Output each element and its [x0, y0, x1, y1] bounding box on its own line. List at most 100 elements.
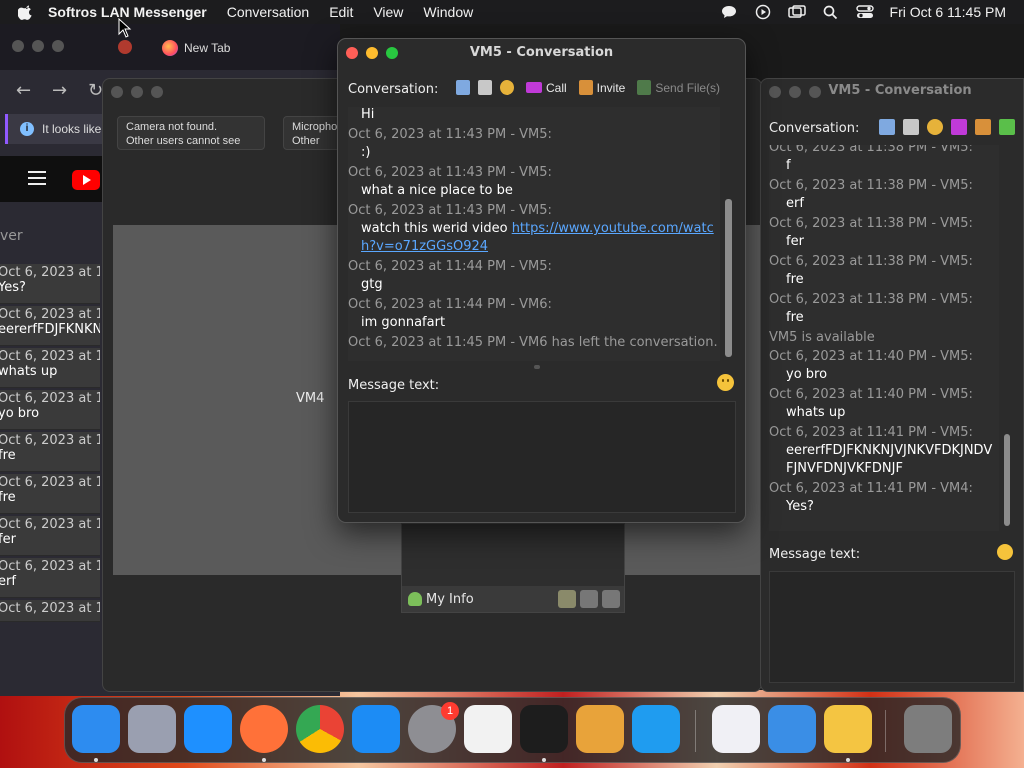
- send-files-button[interactable]: Send File(s): [637, 80, 720, 95]
- message-text: what a nice place to be: [361, 183, 513, 198]
- history-icon[interactable]: [456, 80, 470, 95]
- call-button[interactable]: Call: [526, 81, 567, 95]
- info-bar-text: It looks like: [42, 122, 102, 136]
- settings-gear-icon[interactable]: [500, 80, 514, 95]
- message-meta: Oct 6, 2023 at 11:38 PM - VM5:: [769, 178, 973, 193]
- copy-icon[interactable]: [903, 119, 919, 135]
- dock-running-indicator: [846, 758, 850, 762]
- menu-conversation[interactable]: Conversation: [227, 4, 310, 20]
- browser-tab-new-tab[interactable]: New Tab: [150, 34, 340, 62]
- list-item[interactable]: Oct 6, 2023 at 11:whats up: [0, 348, 100, 388]
- message-text: whats up: [786, 405, 846, 420]
- youtube-logo-icon[interactable]: [72, 170, 100, 190]
- window-title: VM5 - Conversation: [469, 45, 614, 60]
- status-available-icon[interactable]: [558, 590, 576, 608]
- presence-status: VM5 is available: [769, 330, 875, 345]
- message-text: gtg: [361, 277, 383, 292]
- menu-view[interactable]: View: [373, 4, 403, 20]
- chrome-icon[interactable]: [296, 705, 344, 753]
- message-log: Hi Oct 6, 2023 at 11:43 PM - VM5: :) Oct…: [348, 107, 720, 361]
- list-item[interactable]: Oct 6, 2023 at 11:Yes?: [0, 264, 100, 304]
- message-text-label: Message text:: [769, 547, 861, 562]
- launchpad-icon[interactable]: [128, 705, 176, 753]
- message-input[interactable]: [769, 571, 1015, 683]
- hamburger-menu-icon[interactable]: [28, 171, 46, 185]
- screen-mirror-icon[interactable]: [787, 4, 806, 20]
- firefox-icon[interactable]: [240, 705, 288, 753]
- window-minimize-button[interactable]: [32, 40, 44, 52]
- finder-icon[interactable]: [72, 705, 120, 753]
- visual-studio-icon[interactable]: [712, 705, 760, 753]
- terminal-icon[interactable]: [520, 705, 568, 753]
- pane-splitter[interactable]: [534, 365, 540, 369]
- invite-button[interactable]: Invite: [578, 80, 625, 95]
- vscode-icon[interactable]: [632, 705, 680, 753]
- status-away-icon[interactable]: [580, 590, 598, 608]
- video-call-icon[interactable]: [951, 119, 967, 135]
- message-input[interactable]: [348, 401, 736, 513]
- back-arrow-icon[interactable]: ←: [16, 80, 31, 101]
- dock-divider: [885, 710, 886, 752]
- status-offline-icon[interactable]: [602, 590, 620, 608]
- spotlight-search-icon[interactable]: [822, 4, 840, 20]
- window-zoom-button[interactable]: [52, 40, 64, 52]
- control-center-icon[interactable]: [855, 4, 874, 20]
- apple-icon[interactable]: [18, 4, 34, 20]
- menu-window[interactable]: Window: [423, 4, 473, 20]
- message-text: Yes?: [786, 499, 814, 514]
- list-item[interactable]: Oct 6, 2023 at 11:eererfFDJFKNKNJ: [0, 306, 100, 346]
- mouse-cursor-icon: [118, 18, 132, 38]
- user-icon: [408, 592, 422, 606]
- settings-gear-icon[interactable]: [927, 119, 943, 135]
- message-meta: Oct 6, 2023 at 11:38 PM - VM5:: [769, 145, 973, 155]
- info-icon: i: [20, 122, 34, 136]
- list-item[interactable]: Oct 6, 2023 at 11:fer: [0, 516, 100, 556]
- message-log-scrollbar[interactable]: [725, 199, 732, 357]
- list-item[interactable]: Oct 6, 2023 at 11:erf: [0, 558, 100, 598]
- garageband-icon[interactable]: [576, 705, 624, 753]
- emoticon-icon[interactable]: [717, 374, 734, 391]
- window-zoom-button[interactable]: [151, 86, 163, 98]
- send-file-icon[interactable]: [999, 119, 1015, 135]
- app-store-icon[interactable]: [352, 705, 400, 753]
- history-icon[interactable]: [879, 119, 895, 135]
- dock-running-indicator: [542, 758, 546, 762]
- safari-icon[interactable]: [184, 705, 232, 753]
- tab-title: New Tab: [184, 41, 231, 55]
- message-meta: Oct 6, 2023 at 11:41 PM - VM5:: [769, 425, 973, 440]
- dock-divider: [695, 710, 696, 752]
- message-meta: Oct 6, 2023 at 11:40 PM - VM5:: [769, 387, 973, 402]
- message-text: erf: [786, 196, 804, 211]
- list-item[interactable]: Oct 6, 2023 at 11:: [0, 600, 100, 622]
- window-title: VM5 - Conversation: [828, 83, 972, 98]
- reload-icon[interactable]: ↻: [88, 80, 103, 101]
- menu-clock[interactable]: Fri Oct 6 11:45 PM: [890, 4, 1006, 20]
- menu-edit[interactable]: Edit: [329, 4, 353, 20]
- list-item[interactable]: Oct 6, 2023 at 11:fre: [0, 432, 100, 472]
- send-file-icon: [637, 80, 652, 95]
- my-info-bar[interactable]: My Info: [402, 586, 624, 612]
- window-close-button[interactable]: [12, 40, 24, 52]
- window-minimize-button[interactable]: [131, 86, 143, 98]
- conversation-toolbar: Call Invite Send File(s): [456, 80, 732, 95]
- list-item[interactable]: Oct 6, 2023 at 11:fre: [0, 474, 100, 514]
- message-log-scrollbar[interactable]: [1004, 434, 1010, 526]
- message-text: im gonnafart: [361, 315, 446, 330]
- menu-bar: Softros LAN Messenger Conversation Edit …: [0, 0, 1024, 24]
- conversation-window: VM5 - Conversation Conversation: Call In…: [337, 38, 746, 523]
- trash-icon[interactable]: [904, 705, 952, 753]
- play-icon[interactable]: [754, 4, 772, 20]
- weather-icon[interactable]: [768, 705, 816, 753]
- textedit-icon[interactable]: [464, 705, 512, 753]
- softros-messenger-icon[interactable]: [824, 705, 872, 753]
- emoticon-icon[interactable]: [997, 544, 1013, 560]
- conversation-label: Conversation:: [769, 121, 860, 136]
- invite-icon[interactable]: [975, 119, 991, 135]
- window-close-button[interactable]: [111, 86, 123, 98]
- copy-icon[interactable]: [478, 80, 492, 95]
- list-item[interactable]: Oct 6, 2023 at 11:yo bro: [0, 390, 100, 430]
- messages-status-icon[interactable]: [720, 4, 738, 20]
- message-meta: Oct 6, 2023 at 11:44 PM - VM5:: [348, 259, 552, 274]
- forward-arrow-icon[interactable]: →: [52, 80, 67, 101]
- pinned-tab-icon[interactable]: [118, 40, 132, 54]
